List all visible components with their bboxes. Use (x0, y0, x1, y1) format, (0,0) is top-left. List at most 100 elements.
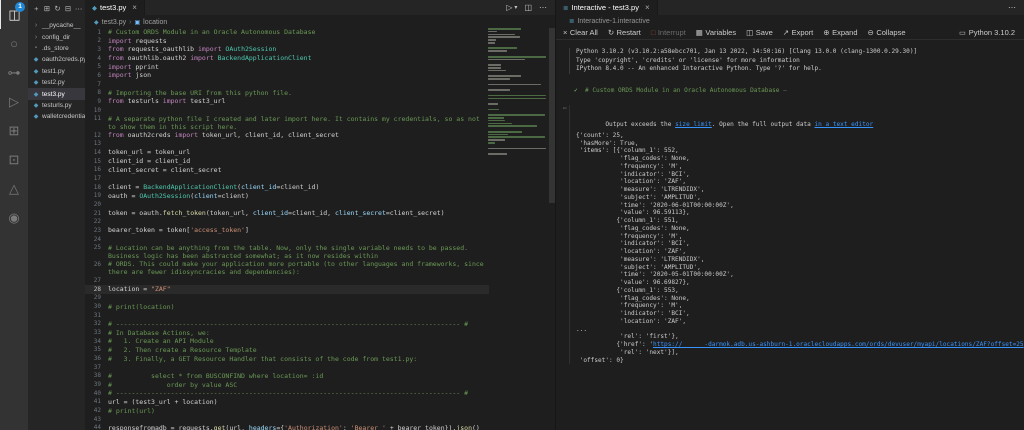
line-content[interactable]: import requests (108, 37, 489, 45)
line-content[interactable]: client_secret = client_secret (108, 166, 489, 174)
output-link[interactable]: size limit (675, 121, 712, 128)
executed-cell-header[interactable]: ✓ # Custom ORDS Module in an Oracle Auto… (574, 87, 1024, 95)
refresh-explorer-icon[interactable]: ↻ (53, 4, 62, 13)
line-content[interactable]: # order by value ASC (108, 381, 489, 389)
file-item-test1-py[interactable]: ◆ test1.py (28, 66, 85, 77)
code-editor[interactable]: 1 # Custom ORDS Module in an Oracle Auton… (85, 28, 489, 430)
code-line-1[interactable]: 1 # Custom ORDS Module in an Oracle Auton… (85, 28, 489, 37)
line-content[interactable] (108, 415, 489, 423)
expand-button[interactable]: ⊕ Expand (823, 28, 857, 37)
run-and-debug-icon[interactable]: ▷ (0, 87, 28, 116)
line-content[interactable]: # select * from BUSCONFIND where locatio… (108, 372, 489, 380)
split-editor-icon[interactable]: ◫ (524, 3, 532, 12)
code-line-33[interactable]: 33 # In Database Actions, we: (85, 329, 489, 338)
line-content[interactable]: from oauthlib.oauth2 import BackendAppli… (108, 54, 489, 62)
breadcrumb[interactable]: ◆ test3.py › ▣ location (85, 16, 555, 28)
code-line-5[interactable]: 5 import pprint (85, 63, 489, 72)
variables-button[interactable]: ▦ Variables (696, 28, 736, 37)
line-content[interactable] (108, 200, 489, 208)
code-line-13[interactable]: 13 (85, 140, 489, 149)
line-content[interactable] (108, 80, 489, 88)
code-line-23[interactable]: 23 bearer_token = token['access_token'] (85, 226, 489, 235)
line-content[interactable] (108, 311, 489, 319)
line-content[interactable]: # Importing the base URI from this pytho… (108, 89, 489, 97)
code-line-26[interactable]: 26 # ORDS. This could make your applicati… (85, 260, 489, 276)
file-item-oauth2creds-py[interactable]: ◆ oauth2creds.py (28, 54, 85, 65)
breadcrumb-file[interactable]: test3.py (102, 19, 127, 26)
testing-icon[interactable]: △ (0, 174, 28, 203)
line-content[interactable]: responsefromadb = requests.get(url, head… (108, 424, 489, 430)
code-line-3[interactable]: 3 from requests_oauthlib import OAuth2Ses… (85, 45, 489, 54)
new-folder-icon[interactable]: ⊞ (43, 4, 52, 13)
line-content[interactable] (108, 276, 489, 284)
code-line-34[interactable]: 34 # 1. Create an API Module (85, 337, 489, 346)
line-content[interactable] (108, 106, 489, 114)
more-actions-icon[interactable]: ⋯ (74, 4, 83, 13)
remote-explorer-icon[interactable]: ⊡ (0, 145, 28, 174)
explorer-icon[interactable]: ◫ 1 (0, 0, 28, 29)
code-line-22[interactable]: 22 (85, 218, 489, 227)
more-actions-icon[interactable]: ⋯ (539, 3, 547, 12)
code-line-39[interactable]: 39 # order by value ASC (85, 381, 489, 390)
clear-all-button[interactable]: × Clear All (563, 28, 598, 37)
code-line-43[interactable]: 43 (85, 415, 489, 424)
code-line-14[interactable]: 14 token_url = token_url (85, 148, 489, 157)
more-actions-icon[interactable]: ⋯ (1008, 3, 1016, 12)
line-content[interactable]: token = oauth.fetch_token(token_url, cli… (108, 209, 489, 217)
code-line-38[interactable]: 38 # select * from BUSCONFIND where locat… (85, 372, 489, 381)
line-content[interactable]: # ORDS. This could make your application… (108, 260, 489, 276)
code-line-11[interactable]: 11 # A separate python file I created and… (85, 115, 489, 131)
line-content[interactable]: import json (108, 71, 489, 79)
line-content[interactable]: url = (test3_url + location) (108, 398, 489, 406)
code-line-25[interactable]: 25 # Location can be anything from the ta… (85, 244, 489, 260)
file-item-test3-py[interactable]: ◆ test3.py (28, 88, 85, 100)
file-item--pycache-[interactable]: › __pycache__ (28, 20, 85, 31)
code-line-44[interactable]: 44 responsefromadb = requests.get(url, he… (85, 424, 489, 430)
code-line-2[interactable]: 2 import requests (85, 37, 489, 46)
code-line-30[interactable]: 30 # print(location) (85, 303, 489, 312)
line-content[interactable]: from testurls import test3_url (108, 97, 489, 105)
code-line-8[interactable]: 8 # Importing the base URI from this pyth… (85, 89, 489, 98)
code-line-21[interactable]: 21 token = oauth.fetch_token(token_url, c… (85, 209, 489, 218)
code-line-20[interactable]: 20 (85, 200, 489, 209)
line-content[interactable]: # 1. Create an API Module (108, 337, 489, 345)
line-content[interactable]: import pprint (108, 63, 489, 71)
run-python-file-button[interactable]: ▷ (506, 3, 512, 12)
code-line-31[interactable]: 31 (85, 311, 489, 320)
python-interpreter-picker[interactable]: ▭ Python 3.10.2 (959, 28, 1024, 37)
code-line-6[interactable]: 6 import json (85, 71, 489, 80)
line-content[interactable]: client = BackendApplicationClient(client… (108, 183, 489, 191)
breadcrumb-symbol[interactable]: location (143, 19, 167, 26)
line-content[interactable] (108, 218, 489, 226)
line-content[interactable]: client_id = client_id (108, 157, 489, 165)
file-item-test2-py[interactable]: ◆ test2.py (28, 77, 85, 88)
code-line-15[interactable]: 15 client_id = client_id (85, 157, 489, 166)
code-line-28[interactable]: 28 location = "ZAF" (85, 285, 489, 294)
code-line-35[interactable]: 35 # 2. Then create a Resource Template (85, 346, 489, 355)
file-item-testurls-py[interactable]: ◆ testurls.py (28, 100, 85, 111)
href-link[interactable]: https:// -darmok.adb.us-ashburn-1.oracle… (653, 341, 1024, 348)
tab-test3-py[interactable]: ◆ test3.py × (85, 0, 145, 15)
code-line-12[interactable]: 12 from oauth2creds import token_url, cli… (85, 131, 489, 140)
collapsed-gutter-icon[interactable]: ⋯ (563, 105, 567, 113)
code-line-24[interactable]: 24 (85, 235, 489, 244)
output-link[interactable]: in a text editor (815, 121, 874, 128)
line-content[interactable]: bearer_token = token['access_token'] (108, 226, 489, 234)
line-content[interactable]: # Custom ORDS Module in an Oracle Autono… (108, 28, 489, 36)
new-file-icon[interactable]: + (32, 4, 41, 13)
line-content[interactable]: # print(url) (108, 407, 489, 415)
line-content[interactable]: # print(location) (108, 303, 489, 311)
collapse-folders-icon[interactable]: ⊟ (64, 4, 73, 13)
collapse-button[interactable]: ⊖ Collapse (868, 28, 906, 37)
file-item-config-dir[interactable]: › config_dir (28, 31, 85, 42)
code-line-29[interactable]: 29 (85, 294, 489, 303)
code-line-27[interactable]: 27 (85, 276, 489, 285)
line-content[interactable]: from oauth2creds import token_url, clien… (108, 131, 489, 139)
code-line-16[interactable]: 16 client_secret = client_secret (85, 166, 489, 175)
export-button[interactable]: ↗ Export (783, 28, 813, 37)
line-content[interactable]: location = "ZAF" (108, 285, 489, 293)
code-line-4[interactable]: 4 from oauthlib.oauth2 import BackendAppl… (85, 54, 489, 63)
line-content[interactable]: # --------------------------------------… (108, 389, 489, 397)
line-content[interactable]: # A separate python file I created and l… (108, 115, 489, 131)
code-line-36[interactable]: 36 # 3. Finally, a GET Resource Handler t… (85, 355, 489, 364)
